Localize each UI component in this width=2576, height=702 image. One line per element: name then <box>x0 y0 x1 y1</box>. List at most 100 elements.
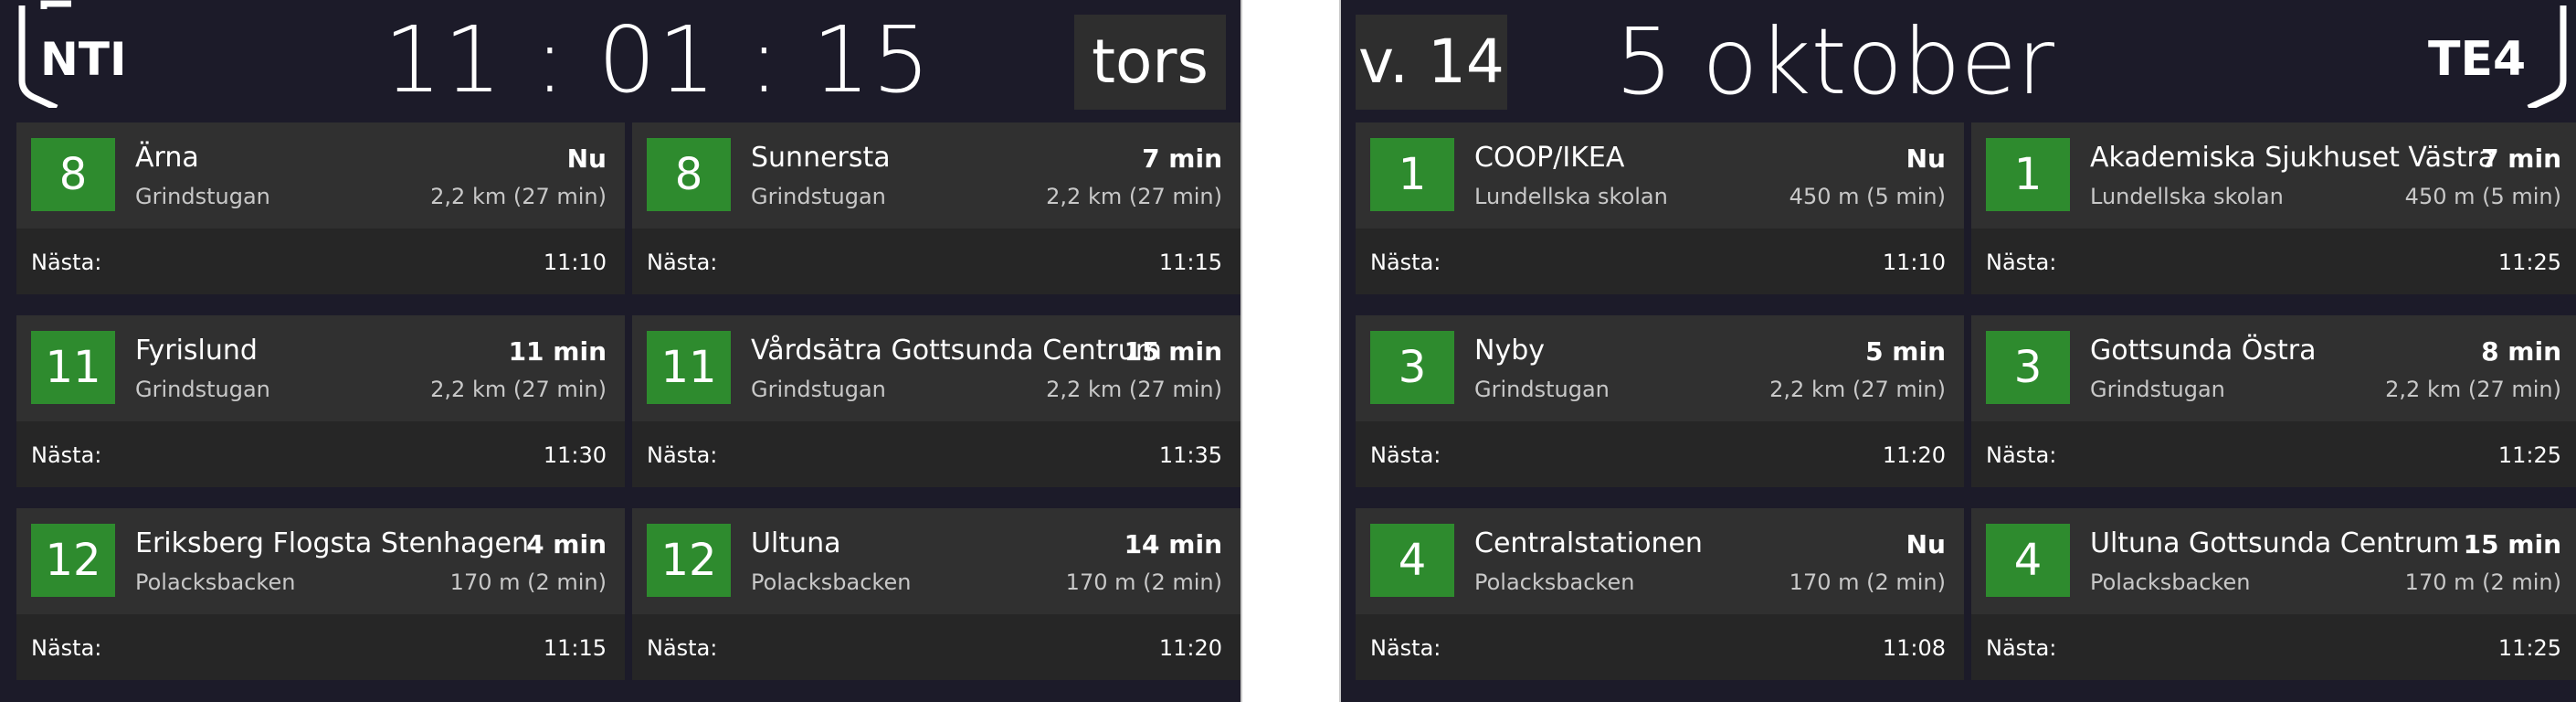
next-departure: 11:20 <box>1158 635 1222 661</box>
stop-name: Polacksbacken <box>135 569 296 595</box>
destination: Eriksberg Flogsta Stenhagen <box>135 527 530 559</box>
line-badge: 12 <box>31 524 115 597</box>
destination: Vårdsätra Gottsunda Centrum <box>751 335 1162 367</box>
departure-time: 11 min <box>508 336 607 367</box>
next-label: Nästa: <box>1986 250 2057 275</box>
nti-logo-text: NTI <box>40 33 127 86</box>
departure-card: 11 Vårdsätra Gottsunda Centrum 15 min Gr… <box>632 315 1240 487</box>
line-badge: 8 <box>647 138 731 211</box>
date: 5 oktober <box>1615 8 2055 115</box>
next-departure: 11:25 <box>2497 635 2561 661</box>
departure-time: 8 min <box>2481 336 2561 367</box>
distance: 2,2 km (27 min) <box>1046 184 1222 209</box>
departure-time: 15 min <box>2463 529 2561 559</box>
next-departure: 11:10 <box>543 250 607 275</box>
line-badge: 4 <box>1986 524 2070 597</box>
next-label: Nästa: <box>1370 442 1441 468</box>
card-header: 3 Gottsunda Östra 8 min Grindstugan 2,2 … <box>1971 315 2576 421</box>
left-screen: NTI 11 : 01 : 15 tors 8 Ärna Nu Grindstu… <box>0 0 1240 702</box>
next-departure: 11:20 <box>1882 442 1946 468</box>
line-badge: 4 <box>1370 524 1454 597</box>
card-header: 11 Fyrislund 11 min Grindstugan 2,2 km (… <box>16 315 625 421</box>
weekday-box: tors <box>1074 15 1226 110</box>
next-label: Nästa: <box>647 250 718 275</box>
next-departure: 11:35 <box>1158 442 1222 468</box>
destination: Gottsunda Östra <box>2090 335 2317 367</box>
destination: Fyrislund <box>135 335 258 367</box>
departure-card: 4 Centralstationen Nu Polacksbacken 170 … <box>1356 508 1964 680</box>
card-header: 4 Ultuna Gottsunda Centrum 15 min Polack… <box>1971 508 2576 614</box>
line-badge: 3 <box>1986 331 2070 404</box>
destination: Centralstationen <box>1474 527 1703 559</box>
departure-time: 15 min <box>1124 336 1222 367</box>
line-badge: 3 <box>1370 331 1454 404</box>
departure-time: 14 min <box>1124 529 1222 559</box>
te4-logo: TE4 <box>2426 0 2572 108</box>
te4-logo-text: TE4 <box>2428 32 2526 87</box>
next-label: Nästa: <box>647 442 718 468</box>
next-label: Nästa: <box>31 250 102 275</box>
departure-card: 3 Nyby 5 min Grindstugan 2,2 km (27 min)… <box>1356 315 1964 487</box>
departure-card: 1 COOP/IKEA Nu Lundellska skolan 450 m (… <box>1356 122 1964 294</box>
distance: 170 m (2 min) <box>449 569 607 595</box>
stop-name: Grindstugan <box>135 184 270 209</box>
next-departure: 11:08 <box>1882 635 1946 661</box>
departure-card: 3 Gottsunda Östra 8 min Grindstugan 2,2 … <box>1971 315 2576 487</box>
destination: COOP/IKEA <box>1474 142 1625 174</box>
distance: 2,2 km (27 min) <box>430 184 607 209</box>
nti-logo-mark: NTI <box>18 0 127 108</box>
clock: 11 : 01 : 15 <box>384 6 933 113</box>
departure-card: 12 Ultuna 14 min Polacksbacken 170 m (2 … <box>632 508 1240 680</box>
departure-time: Nu <box>1906 144 1946 174</box>
card-header: 4 Centralstationen Nu Polacksbacken 170 … <box>1356 508 1964 614</box>
te4-logo-mark: TE4 <box>2428 5 2567 108</box>
departure-time: 4 min <box>526 529 607 559</box>
week-box: v. 14 <box>1356 15 1507 110</box>
next-label: Nästa: <box>1986 635 2057 661</box>
departure-card: 12 Eriksberg Flogsta Stenhagen 4 min Pol… <box>16 508 625 680</box>
distance: 2,2 km (27 min) <box>2385 377 2561 402</box>
stop-name: Polacksbacken <box>751 569 912 595</box>
next-label: Nästa: <box>647 635 718 661</box>
next-departure: 11:30 <box>543 442 607 468</box>
next-label: Nästa: <box>31 635 102 661</box>
distance: 170 m (2 min) <box>1789 569 1946 595</box>
line-badge: 11 <box>31 331 115 404</box>
stop-name: Grindstugan <box>751 184 886 209</box>
departure-card: 4 Ultuna Gottsunda Centrum 15 min Polack… <box>1971 508 2576 680</box>
screen-divider <box>1240 0 1341 702</box>
departure-time: 7 min <box>2481 144 2561 174</box>
departure-time: 7 min <box>1142 144 1222 174</box>
distance: 2,2 km (27 min) <box>1046 377 1222 402</box>
card-header: 1 Akademiska Sjukhuset Västra 7 min Lund… <box>1971 122 2576 229</box>
departure-time: 5 min <box>1865 336 1946 367</box>
distance: 450 m (5 min) <box>1789 184 1946 209</box>
destination: Akademiska Sjukhuset Västra <box>2090 142 2496 174</box>
line-badge: 1 <box>1986 138 2070 211</box>
card-header: 12 Eriksberg Flogsta Stenhagen 4 min Pol… <box>16 508 625 614</box>
stop-name: Lundellska skolan <box>1474 184 1668 209</box>
next-departure: 11:25 <box>2497 442 2561 468</box>
destination: Ultuna Gottsunda Centrum <box>2090 527 2460 559</box>
next-departure: 11:15 <box>1158 250 1222 275</box>
card-header: 8 Sunnersta 7 min Grindstugan 2,2 km (27… <box>632 122 1240 229</box>
line-badge: 1 <box>1370 138 1454 211</box>
stop-name: Grindstugan <box>1474 377 1610 402</box>
stop-name: Grindstugan <box>751 377 886 402</box>
card-header: 11 Vårdsätra Gottsunda Centrum 15 min Gr… <box>632 315 1240 421</box>
departure-card: 8 Ärna Nu Grindstugan 2,2 km (27 min) Nä… <box>16 122 625 294</box>
next-departure: 11:25 <box>2497 250 2561 275</box>
card-header: 1 COOP/IKEA Nu Lundellska skolan 450 m (… <box>1356 122 1964 229</box>
destination: Ultuna <box>751 527 841 559</box>
destination: Ärna <box>135 142 199 174</box>
card-header: 3 Nyby 5 min Grindstugan 2,2 km (27 min) <box>1356 315 1964 421</box>
stop-name: Grindstugan <box>2090 377 2225 402</box>
stop-name: Polacksbacken <box>2090 569 2251 595</box>
stop-name: Grindstugan <box>135 377 270 402</box>
departure-card: 1 Akademiska Sjukhuset Västra 7 min Lund… <box>1971 122 2576 294</box>
departure-time: Nu <box>1906 529 1946 559</box>
distance: 170 m (2 min) <box>1065 569 1222 595</box>
distance: 170 m (2 min) <box>2404 569 2561 595</box>
card-header: 8 Ärna Nu Grindstugan 2,2 km (27 min) <box>16 122 625 229</box>
next-label: Nästa: <box>31 442 102 468</box>
